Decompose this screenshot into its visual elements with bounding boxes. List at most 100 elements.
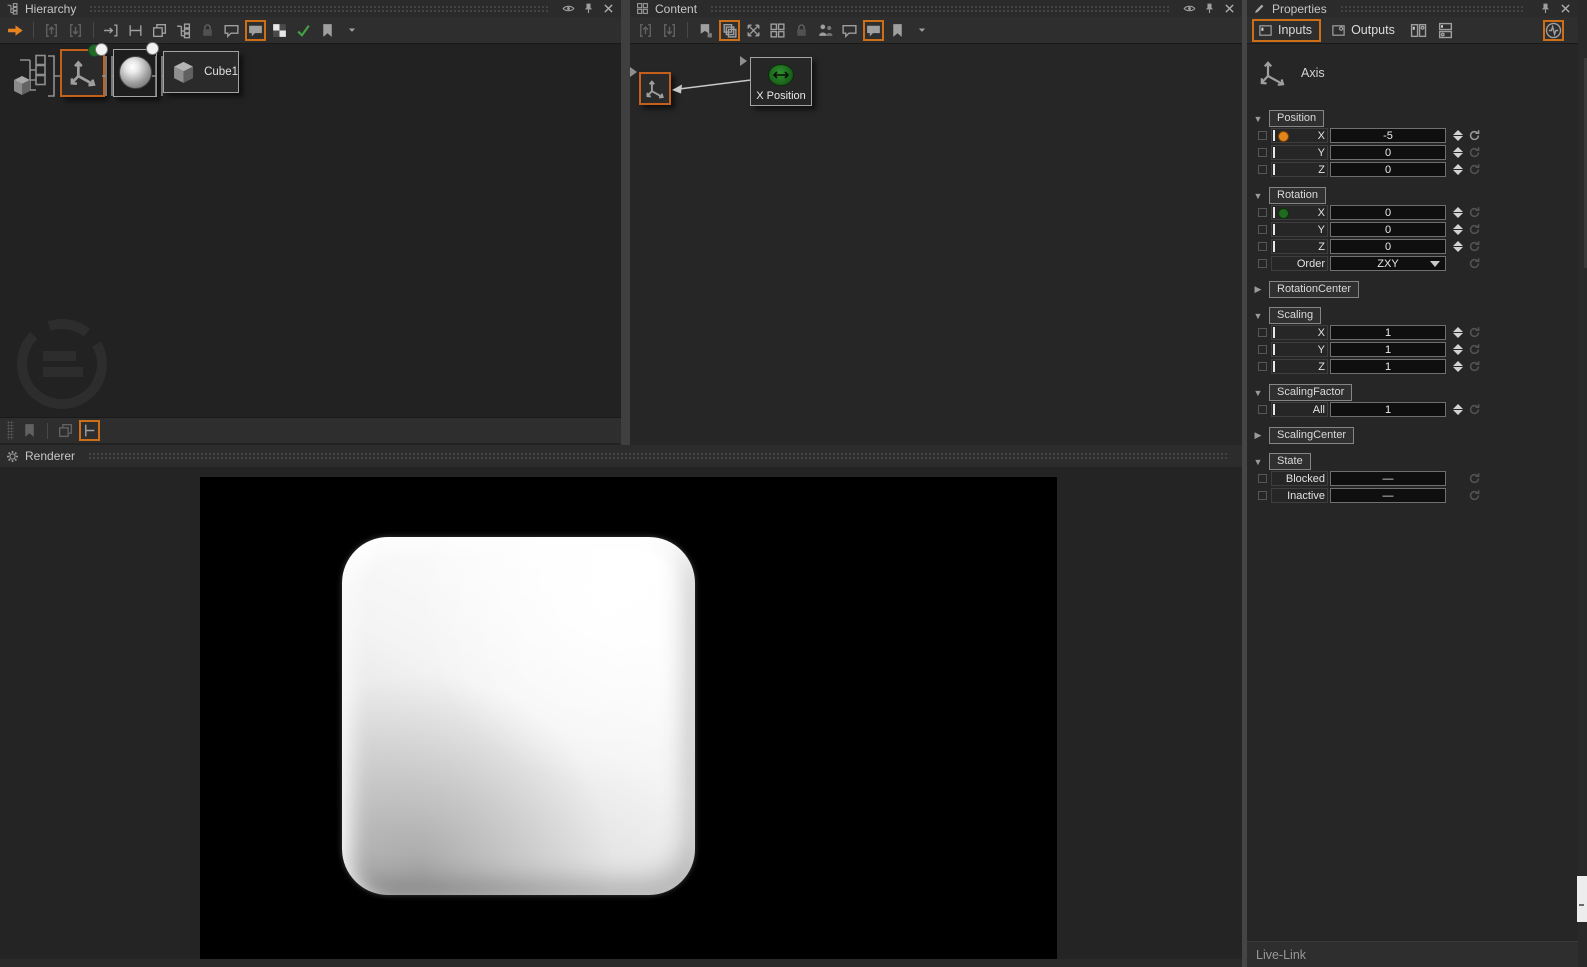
close-icon[interactable] <box>601 1 616 16</box>
collapsed-link-marker[interactable] <box>630 67 637 77</box>
hierarchy-cube-node[interactable]: Cube1 <box>163 51 239 93</box>
row-checkbox[interactable] <box>1258 362 1267 371</box>
property-name-cell[interactable]: Order <box>1271 256 1328 271</box>
row-checkbox[interactable] <box>1258 491 1267 500</box>
reset-icon[interactable] <box>1468 489 1481 502</box>
content-titlebar[interactable]: Content <box>630 0 1242 17</box>
blocked-value-field[interactable]: — <box>1330 471 1446 486</box>
hierarchy-axis-node[interactable] <box>60 43 108 97</box>
pin-icon[interactable] <box>1538 1 1553 16</box>
show-subtree-icon[interactable] <box>173 20 194 41</box>
property-name-cell[interactable]: Y <box>1271 145 1328 160</box>
x-value-field[interactable]: 0 <box>1330 205 1446 220</box>
section-expander-icon[interactable]: ▼ <box>1247 388 1269 398</box>
reset-icon[interactable] <box>1468 343 1481 356</box>
value-spinner[interactable] <box>1452 402 1463 417</box>
property-name-cell[interactable]: Inactive <box>1271 488 1328 503</box>
x-position-node[interactable]: X Position <box>750 57 812 106</box>
orange-animation-dot[interactable] <box>1278 130 1289 142</box>
bookmarks-icon[interactable] <box>887 20 908 41</box>
row-checkbox[interactable] <box>1258 148 1267 157</box>
reset-icon[interactable] <box>1468 163 1481 176</box>
x-value-field[interactable]: 1 <box>1330 325 1446 340</box>
hierarchy-titlebar[interactable]: Hierarchy <box>0 0 621 17</box>
section-expander-icon[interactable]: ▼ <box>1247 457 1269 467</box>
pin-icon[interactable] <box>581 1 596 16</box>
value-spinner[interactable] <box>1452 239 1463 254</box>
show-layers-icon[interactable] <box>719 19 740 41</box>
content-canvas[interactable]: X Position <box>630 44 1242 445</box>
reset-icon[interactable] <box>1468 326 1481 339</box>
show-comments-icon[interactable] <box>245 19 266 41</box>
y-value-field[interactable]: 0 <box>1330 222 1446 237</box>
row-checkbox[interactable] <box>1258 131 1267 140</box>
section-label[interactable]: RotationCenter <box>1269 281 1359 298</box>
lock-icon[interactable] <box>197 20 218 41</box>
y-value-field[interactable]: 1 <box>1330 342 1446 357</box>
x-value-field[interactable]: -5 <box>1330 128 1446 143</box>
value-spinner[interactable] <box>1452 145 1463 160</box>
property-name-cell[interactable]: Y <box>1271 342 1328 357</box>
inactive-value-field[interactable]: — <box>1330 488 1446 503</box>
value-spinner[interactable] <box>1452 205 1463 220</box>
stacked-view-icon[interactable] <box>1435 20 1456 41</box>
section-expander-icon[interactable]: ▼ <box>1247 191 1269 201</box>
move-up-icon[interactable] <box>41 20 62 41</box>
enter-container-icon[interactable] <box>101 20 122 41</box>
section-label[interactable]: Rotation <box>1269 187 1326 204</box>
vertical-splitter[interactable] <box>621 0 630 445</box>
move-down-icon[interactable] <box>65 20 86 41</box>
y-value-field[interactable]: 0 <box>1330 145 1446 160</box>
reset-icon[interactable] <box>1468 257 1481 270</box>
property-name-cell[interactable]: Z <box>1271 162 1328 177</box>
row-checkbox[interactable] <box>1258 474 1267 483</box>
property-name-cell[interactable]: Z <box>1271 239 1328 254</box>
tree-view-icon[interactable] <box>79 420 100 441</box>
add-comment-icon[interactable] <box>839 20 860 41</box>
section-expander-icon[interactable]: ▶ <box>1247 284 1269 295</box>
eye-icon[interactable] <box>561 1 576 16</box>
move-down-icon[interactable] <box>659 20 680 41</box>
collapse-links-icon[interactable] <box>743 20 764 41</box>
reset-icon[interactable] <box>1468 223 1481 236</box>
property-name-cell[interactable]: All <box>1271 402 1328 417</box>
hierarchy-canvas[interactable]: Cube1 <box>0 42 621 417</box>
follow-selection-icon[interactable] <box>5 20 26 41</box>
collapsed-link-marker[interactable] <box>740 56 747 66</box>
order-dropdown[interactable]: ZXY <box>1330 256 1446 271</box>
z-value-field[interactable]: 1 <box>1330 359 1446 374</box>
reset-icon[interactable] <box>1468 146 1481 159</box>
row-checkbox[interactable] <box>1258 345 1267 354</box>
shared-nodes-icon[interactable] <box>815 20 836 41</box>
section-label[interactable]: State <box>1269 453 1311 470</box>
reset-icon[interactable] <box>1468 403 1481 416</box>
row-checkbox[interactable] <box>1258 208 1267 217</box>
row-checkbox[interactable] <box>1258 259 1267 268</box>
show-instances-icon[interactable] <box>149 20 170 41</box>
row-checkbox[interactable] <box>1258 242 1267 251</box>
value-spinner[interactable] <box>1452 325 1463 340</box>
reset-icon[interactable] <box>1468 240 1481 253</box>
layer-view-icon[interactable] <box>55 420 76 441</box>
reset-icon[interactable] <box>1468 206 1481 219</box>
property-name-cell[interactable]: Blocked <box>1271 471 1328 486</box>
close-icon[interactable] <box>1558 1 1573 16</box>
container-bounds-icon[interactable] <box>125 20 146 41</box>
scene-root-icon[interactable] <box>12 52 50 98</box>
animation-editor-icon[interactable] <box>1543 19 1564 41</box>
row-checkbox[interactable] <box>1258 165 1267 174</box>
section-label[interactable]: ScalingCenter <box>1269 427 1355 444</box>
z-value-field[interactable]: 0 <box>1330 239 1446 254</box>
section-label[interactable]: Position <box>1269 110 1325 127</box>
section-label[interactable]: ScalingFactor <box>1269 384 1353 401</box>
pin-icon[interactable] <box>1202 1 1217 16</box>
renderer-titlebar[interactable]: Renderer <box>0 445 1242 467</box>
reset-icon[interactable] <box>1468 129 1481 142</box>
reset-icon[interactable] <box>1468 360 1481 373</box>
row-checkbox[interactable] <box>1258 405 1267 414</box>
eye-icon[interactable] <box>1182 1 1197 16</box>
property-name-cell[interactable]: Y <box>1271 222 1328 237</box>
section-expander-icon[interactable]: ▼ <box>1247 311 1269 321</box>
pin-node-icon[interactable] <box>695 20 716 41</box>
property-name-cell[interactable]: X <box>1271 325 1328 340</box>
